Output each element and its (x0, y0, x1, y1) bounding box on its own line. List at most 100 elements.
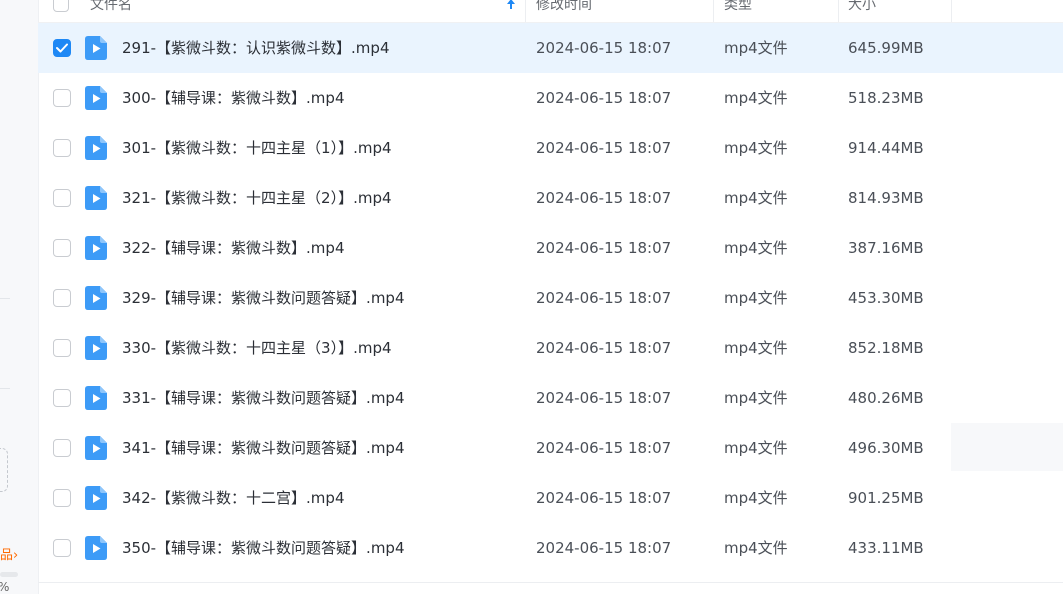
table-row[interactable]: 330-【紫微斗数：十四主星（3）】.mp4 2024-06-15 18:07 mp… (38, 323, 1063, 373)
column-header-modified[interactable]: 修改时间 (536, 0, 592, 22)
row-checkbox[interactable] (53, 39, 71, 57)
file-modified-time: 2024-06-15 18:07 (536, 239, 672, 257)
file-name[interactable]: 350-【辅导课：紫微斗数问题答疑】.mp4 (122, 523, 405, 573)
file-name[interactable]: 291-【紫微斗数：认识紫微斗数】.mp4 (122, 23, 390, 73)
file-size: 645.99MB (848, 39, 924, 57)
column-header-name[interactable]: 文件名 (90, 0, 132, 22)
column-separator[interactable] (525, 0, 526, 22)
checkmark-icon (56, 43, 68, 53)
file-size: 914.44MB (848, 139, 924, 157)
video-file-icon (85, 186, 107, 210)
file-size: 453.30MB (848, 289, 924, 307)
file-size: 433.11MB (848, 539, 924, 557)
row-checkbox[interactable] (53, 539, 71, 557)
table-row[interactable]: 300-【辅导课：紫微斗数】.mp4 2024-06-15 18:07 mp4文件 5… (38, 73, 1063, 123)
video-file-icon (85, 86, 107, 110)
table-row[interactable]: 329-【辅导课：紫微斗数问题答疑】.mp4 2024-06-15 18:07 mp… (38, 273, 1063, 323)
column-header-size[interactable]: 大小 (848, 0, 876, 22)
sort-up-arrow-icon[interactable] (504, 0, 518, 11)
file-size: 518.23MB (848, 89, 924, 107)
file-type: mp4文件 (724, 189, 788, 207)
file-modified-time: 2024-06-15 18:07 (536, 539, 672, 557)
file-type: mp4文件 (724, 139, 788, 157)
file-name[interactable]: 342-【紫微斗数：十二宫】.mp4 (122, 473, 345, 523)
video-file-icon (85, 486, 107, 510)
table-row[interactable]: 301-【紫微斗数：十四主星（1）】.mp4 2024-06-15 18:07 mp… (38, 123, 1063, 173)
file-name[interactable]: 329-【辅导课：紫微斗数问题答疑】.mp4 (122, 273, 405, 323)
column-separator[interactable] (713, 0, 714, 22)
sidebar-divider (0, 388, 10, 389)
file-size: 814.93MB (848, 189, 924, 207)
video-file-icon (85, 286, 107, 310)
table-row[interactable]: 331-【辅导课：紫微斗数问题答疑】.mp4 2024-06-15 18:07 mp… (38, 373, 1063, 423)
table-bottom-border (38, 582, 1063, 583)
file-table: 文件名 修改时间 类型 大小 291-【紫微斗数：认识紫微斗数】.mp4 2024… (38, 0, 1063, 594)
file-modified-time: 2024-06-15 18:07 (536, 339, 672, 357)
file-size: 496.30MB (848, 439, 924, 457)
left-sidebar: 品› % (0, 0, 39, 594)
storage-percent: % (0, 580, 9, 594)
row-hover-highlight (951, 423, 1063, 471)
file-size: 480.26MB (848, 389, 924, 407)
row-checkbox[interactable] (53, 489, 71, 507)
table-row[interactable]: 291-【紫微斗数：认识紫微斗数】.mp4 2024-06-15 18:07 mp4… (38, 23, 1063, 73)
file-name[interactable]: 322-【辅导课：紫微斗数】.mp4 (122, 223, 345, 273)
table-row[interactable]: 341-【辅导课：紫微斗数问题答疑】.mp4 2024-06-15 18:07 mp… (38, 423, 1063, 473)
video-file-icon (85, 136, 107, 160)
video-file-icon (85, 336, 107, 360)
file-modified-time: 2024-06-15 18:07 (536, 389, 672, 407)
file-name[interactable]: 300-【辅导课：紫微斗数】.mp4 (122, 73, 345, 123)
column-header-type[interactable]: 类型 (724, 0, 752, 22)
table-row[interactable]: 342-【紫微斗数：十二宫】.mp4 2024-06-15 18:07 mp4文件 9… (38, 473, 1063, 523)
video-file-icon (85, 236, 107, 260)
column-separator[interactable] (951, 0, 952, 22)
file-type: mp4文件 (724, 39, 788, 57)
table-body: 291-【紫微斗数：认识紫微斗数】.mp4 2024-06-15 18:07 mp4… (38, 23, 1063, 573)
file-name[interactable]: 331-【辅导课：紫微斗数问题答疑】.mp4 (122, 373, 405, 423)
table-row[interactable]: 321-【紫微斗数：十四主星（2）】.mp4 2024-06-15 18:07 mp… (38, 173, 1063, 223)
file-modified-time: 2024-06-15 18:07 (536, 289, 672, 307)
select-all-checkbox[interactable] (53, 0, 69, 12)
row-checkbox[interactable] (53, 239, 71, 257)
sidebar-promo-link[interactable]: 品› (0, 544, 18, 563)
file-list-page: 品› % 文件名 修改时间 类型 大小 291-【紫微斗数：认识紫微斗数】.mp… (0, 0, 1063, 594)
row-checkbox[interactable] (53, 139, 71, 157)
file-type: mp4文件 (724, 339, 788, 357)
sidebar-dashed-box[interactable] (0, 448, 8, 492)
row-checkbox[interactable] (53, 439, 71, 457)
row-checkbox[interactable] (53, 189, 71, 207)
file-name[interactable]: 321-【紫微斗数：十四主星（2）】.mp4 (122, 173, 392, 223)
file-name[interactable]: 341-【辅导课：紫微斗数问题答疑】.mp4 (122, 423, 405, 473)
video-file-icon (85, 386, 107, 410)
sidebar-promo-text: 品 (0, 548, 14, 563)
file-type: mp4文件 (724, 239, 788, 257)
file-modified-time: 2024-06-15 18:07 (536, 189, 672, 207)
storage-progress-bar (0, 572, 18, 577)
file-name[interactable]: 330-【紫微斗数：十四主星（3）】.mp4 (122, 323, 392, 373)
file-size: 901.25MB (848, 489, 924, 507)
file-size: 387.16MB (848, 239, 924, 257)
video-file-icon (85, 436, 107, 460)
table-header: 文件名 修改时间 类型 大小 (38, 0, 1063, 23)
file-modified-time: 2024-06-15 18:07 (536, 89, 672, 107)
file-type: mp4文件 (724, 389, 788, 407)
file-type: mp4文件 (724, 439, 788, 457)
file-type: mp4文件 (724, 489, 788, 507)
file-type: mp4文件 (724, 539, 788, 557)
file-name[interactable]: 301-【紫微斗数：十四主星（1）】.mp4 (122, 123, 392, 173)
file-modified-time: 2024-06-15 18:07 (536, 439, 672, 457)
file-type: mp4文件 (724, 89, 788, 107)
row-checkbox[interactable] (53, 339, 71, 357)
video-file-icon (85, 36, 107, 60)
file-modified-time: 2024-06-15 18:07 (536, 139, 672, 157)
file-size: 852.18MB (848, 339, 924, 357)
sidebar-divider (0, 298, 10, 299)
table-row[interactable]: 350-【辅导课：紫微斗数问题答疑】.mp4 2024-06-15 18:07 mp… (38, 523, 1063, 573)
row-checkbox[interactable] (53, 89, 71, 107)
table-row[interactable]: 322-【辅导课：紫微斗数】.mp4 2024-06-15 18:07 mp4文件 3… (38, 223, 1063, 273)
file-modified-time: 2024-06-15 18:07 (536, 489, 672, 507)
row-checkbox[interactable] (53, 289, 71, 307)
column-separator[interactable] (838, 0, 839, 22)
video-file-icon (85, 536, 107, 560)
row-checkbox[interactable] (53, 389, 71, 407)
